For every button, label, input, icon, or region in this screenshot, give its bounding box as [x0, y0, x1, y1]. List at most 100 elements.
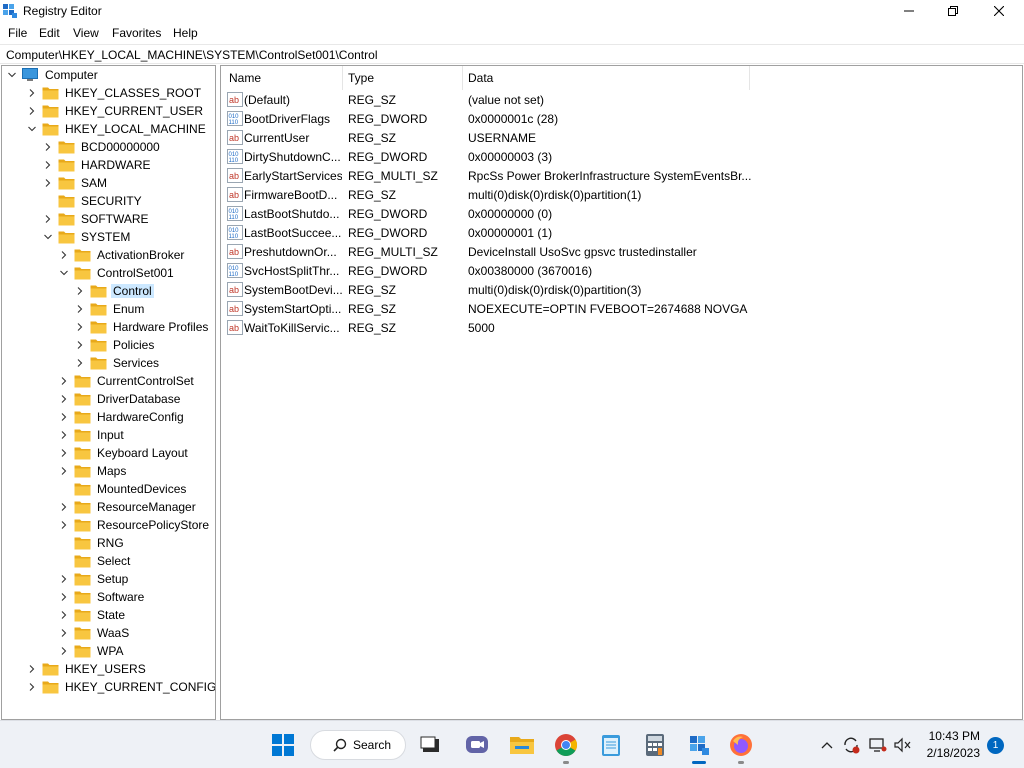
value-row[interactable]: 010 110 LastBootShutdo... REG_DWORD 0x000000… — [221, 205, 921, 224]
tree-item[interactable]: HKEY_USERS — [26, 660, 148, 678]
tree-item[interactable]: Software — [58, 588, 146, 606]
calculator-button[interactable] — [641, 731, 669, 759]
chevron-right-icon[interactable] — [58, 393, 70, 405]
chevron-right-icon[interactable] — [74, 303, 86, 315]
close-button[interactable] — [976, 0, 1022, 22]
tree-item[interactable]: Control — [74, 282, 154, 300]
chevron-right-icon[interactable] — [58, 591, 70, 603]
chevron-right-icon[interactable] — [58, 375, 70, 387]
chevron-right-icon[interactable] — [74, 339, 86, 351]
update-status-button[interactable] — [839, 731, 863, 759]
network-button[interactable] — [866, 731, 890, 759]
value-row[interactable]: ab CurrentUser REG_SZ USERNAME — [221, 129, 921, 148]
tree-item[interactable]: Keyboard Layout — [58, 444, 190, 462]
tree-item[interactable]: SOFTWARE — [42, 210, 151, 228]
tree-item[interactable]: SECURITY — [42, 192, 144, 210]
tree-root-computer[interactable]: Computer — [6, 66, 100, 84]
menu-favorites[interactable]: Favorites — [112, 26, 161, 40]
chevron-right-icon[interactable] — [74, 357, 86, 369]
value-row[interactable]: ab EarlyStartServices REG_MULTI_SZ RpcSs Po… — [221, 167, 921, 186]
tree-item[interactable]: HKEY_CLASSES_ROOT — [26, 84, 203, 102]
notification-badge[interactable]: 1 — [987, 737, 1004, 754]
value-row[interactable]: 010 110 DirtyShutdownC... REG_DWORD 0x000000… — [221, 148, 921, 167]
chevron-right-icon[interactable] — [58, 249, 70, 261]
tree-item[interactable]: HardwareConfig — [58, 408, 186, 426]
chevron-right-icon[interactable] — [42, 177, 54, 189]
volume-button[interactable] — [890, 731, 914, 759]
key-tree[interactable]: Computer HKEY_CLASSES_ROOT HKEY_CURRENT_U… — [1, 65, 216, 720]
tree-item[interactable]: HKEY_LOCAL_MACHINE — [26, 120, 208, 138]
tree-item[interactable]: BCD00000000 — [42, 138, 162, 156]
value-row[interactable]: ab PreshutdownOr... REG_MULTI_SZ DeviceInst… — [221, 243, 921, 262]
tree-item[interactable]: WPA — [58, 642, 125, 660]
chevron-right-icon[interactable] — [58, 609, 70, 621]
tree-item[interactable]: Setup — [58, 570, 130, 588]
chevron-right-icon[interactable] — [58, 501, 70, 513]
tree-item[interactable]: SYSTEM — [42, 228, 132, 246]
tree-item[interactable]: RNG — [58, 534, 126, 552]
chevron-right-icon[interactable] — [26, 87, 38, 99]
column-header-type[interactable]: Type — [343, 66, 463, 90]
tree-item[interactable]: WaaS — [58, 624, 131, 642]
tree-item[interactable]: Input — [58, 426, 126, 444]
tree-item[interactable]: State — [58, 606, 127, 624]
chevron-down-icon[interactable] — [26, 123, 38, 135]
tree-item[interactable]: Services — [74, 354, 161, 372]
chevron-down-icon[interactable] — [42, 231, 54, 243]
chevron-right-icon[interactable] — [26, 663, 38, 675]
address-path[interactable]: Computer\HKEY_LOCAL_MACHINE\SYSTEM\Contr… — [6, 48, 377, 62]
chevron-right-icon[interactable] — [26, 681, 38, 693]
address-bar[interactable]: Computer\HKEY_LOCAL_MACHINE\SYSTEM\Contr… — [0, 44, 1024, 64]
tree-item[interactable]: HKEY_CURRENT_CONFIG — [26, 678, 215, 696]
tree-item[interactable]: CurrentControlSet — [58, 372, 196, 390]
tree-item[interactable]: Policies — [74, 336, 156, 354]
chevron-down-icon[interactable] — [58, 267, 70, 279]
menu-view[interactable]: View — [73, 26, 99, 40]
value-row[interactable]: ab FirmwareBootD... REG_SZ multi(0)disk(0)r… — [221, 186, 921, 205]
firefox-button[interactable] — [727, 731, 755, 764]
column-header-name[interactable]: Name — [221, 66, 343, 90]
menu-file[interactable]: File — [8, 26, 27, 40]
value-row[interactable]: 010 110 BootDriverFlags REG_DWORD 0x0000001c… — [221, 110, 921, 129]
start-button[interactable] — [269, 731, 297, 759]
regedit-taskbar-button[interactable] — [685, 731, 713, 764]
tree-item[interactable]: ControlSet001 — [58, 264, 176, 282]
value-row[interactable]: 010 110 LastBootSuccee... REG_DWORD 0x000000… — [221, 224, 921, 243]
tree-item[interactable]: ResourcePolicyStore — [58, 516, 211, 534]
minimize-button[interactable] — [886, 0, 932, 22]
tree-item[interactable]: DriverDatabase — [58, 390, 182, 408]
value-row[interactable]: ab WaitToKillServic... REG_SZ 5000 — [221, 319, 921, 338]
chevron-right-icon[interactable] — [42, 159, 54, 171]
chat-button[interactable] — [463, 731, 491, 759]
tree-item[interactable]: SAM — [42, 174, 109, 192]
show-hidden-icons-button[interactable] — [814, 731, 840, 759]
chevron-right-icon[interactable] — [42, 141, 54, 153]
tree-item[interactable]: ResourceManager — [58, 498, 198, 516]
value-row[interactable]: ab SystemStartOpti... REG_SZ NOEXECUTE=OPT… — [221, 300, 921, 319]
chevron-right-icon[interactable] — [26, 105, 38, 117]
chevron-right-icon[interactable] — [58, 411, 70, 423]
chevron-right-icon[interactable] — [74, 321, 86, 333]
chevron-right-icon[interactable] — [74, 285, 86, 297]
tree-item[interactable]: Maps — [58, 462, 128, 480]
value-row[interactable]: ab SystemBootDevi... REG_SZ multi(0)disk(0)… — [221, 281, 921, 300]
chevron-right-icon[interactable] — [58, 447, 70, 459]
chevron-right-icon[interactable] — [58, 465, 70, 477]
chevron-right-icon[interactable] — [58, 573, 70, 585]
tree-item[interactable]: Hardware Profiles — [74, 318, 210, 336]
tree-item[interactable]: HKEY_CURRENT_USER — [26, 102, 205, 120]
file-explorer-button[interactable] — [508, 731, 536, 759]
value-row[interactable]: 010 110 SvcHostSplitThr... REG_DWORD 0x00380… — [221, 262, 921, 281]
chevron-right-icon[interactable] — [58, 627, 70, 639]
chevron-right-icon[interactable] — [58, 645, 70, 657]
tree-item[interactable]: Enum — [74, 300, 146, 318]
column-header-data[interactable]: Data — [463, 66, 750, 90]
menu-edit[interactable]: Edit — [39, 26, 60, 40]
tree-item[interactable]: ActivationBroker — [58, 246, 186, 264]
clock-date[interactable]: 2/18/2023 — [918, 746, 980, 760]
tree-item[interactable]: Select — [58, 552, 132, 570]
task-view-button[interactable] — [417, 731, 445, 759]
tree-item[interactable]: MountedDevices — [58, 480, 188, 498]
chevron-right-icon[interactable] — [58, 519, 70, 531]
chrome-button[interactable] — [552, 731, 580, 764]
